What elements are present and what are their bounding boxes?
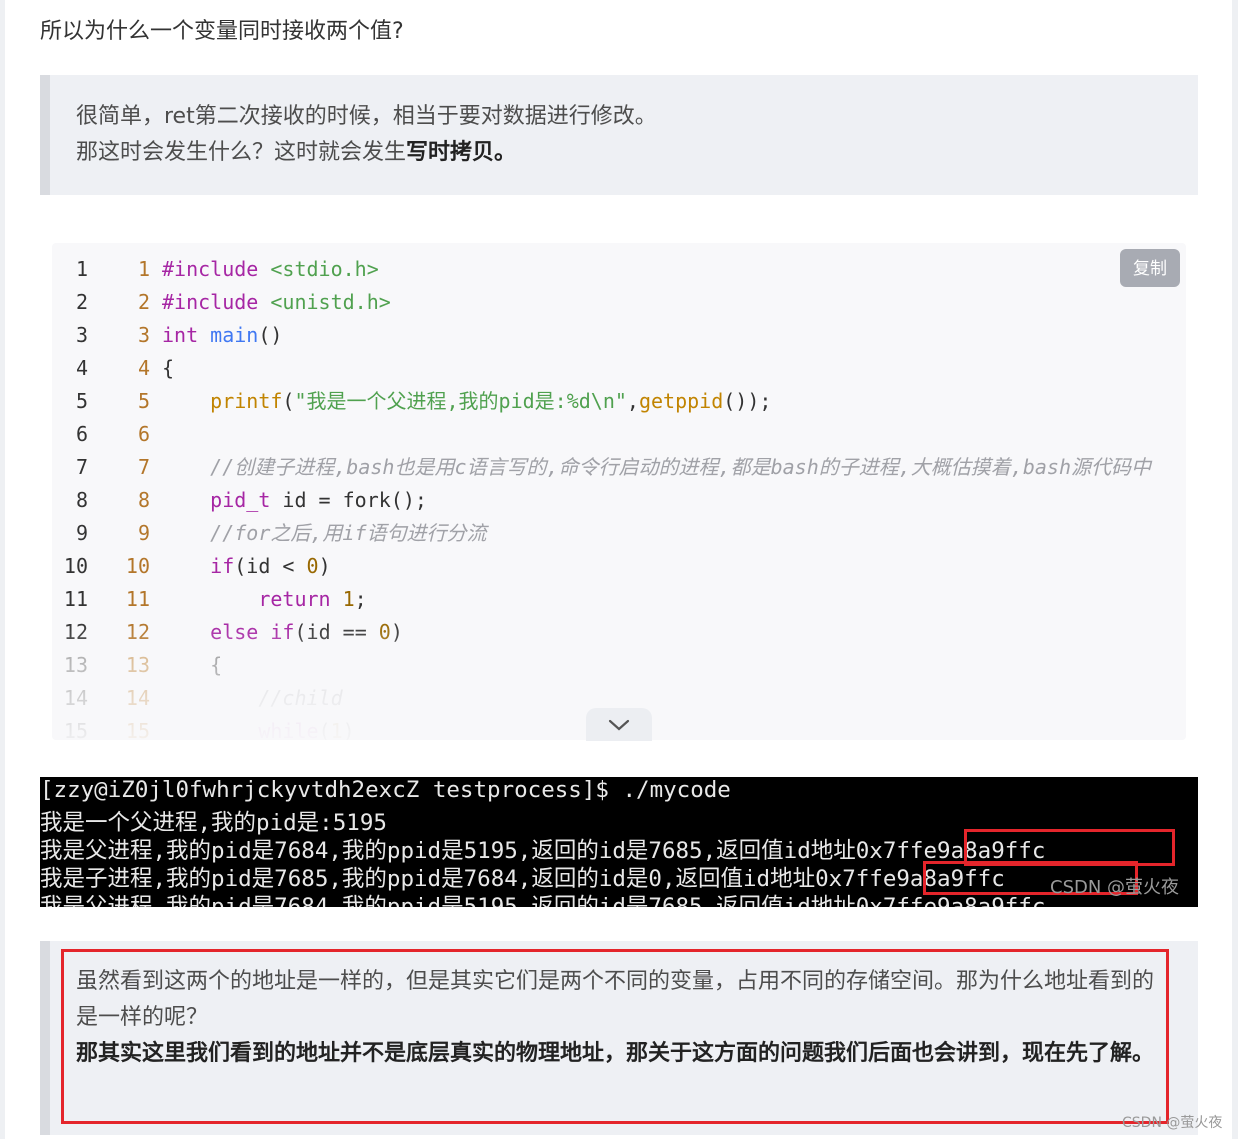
conclusion-bold: 那其实这里我们看到的地址并不是底层真实的物理地址，那关于这方面的问题我们后面也会…	[76, 1036, 1161, 1072]
quote-line-2: 那这时会发生什么？这时就会发生写时拷贝。	[76, 135, 1198, 171]
section-heading: 所以为什么一个变量同时接收两个值?	[40, 19, 404, 44]
terminal-line: [zzy@iZ0jl0fwhrjckyvtdh2excZ testprocess…	[40, 777, 731, 803]
terminal-output-screenshot: [zzy@iZ0jl0fwhrjckyvtdh2excZ testprocess…	[40, 777, 1198, 907]
blockquote-explanation: 很简单，ret第二次接收的时候，相当于要对数据进行修改。 那这时会发生什么？这时…	[40, 75, 1198, 195]
line-number: 10	[63, 554, 88, 578]
code-block[interactable]: 123456789101112131415 123456789101112131…	[52, 243, 1186, 740]
code-line: printf("我是一个父进程,我的pid是:%d\n",getppid());	[210, 389, 772, 413]
line-number: 8	[75, 488, 88, 512]
chevron-down-icon	[608, 719, 630, 730]
inner-line-number: 3	[137, 323, 150, 347]
terminal-watermark: CSDN @萤火夜	[1050, 877, 1180, 898]
inner-line-number: 6	[137, 422, 150, 446]
inner-line-number: 4	[137, 356, 150, 380]
line-number: 11	[63, 587, 88, 611]
line-number: 7	[75, 455, 88, 479]
code-line: #include <unistd.h>	[162, 290, 391, 314]
inner-line-number: 2	[137, 290, 150, 314]
code-line: #include <stdio.h>	[162, 257, 379, 281]
copy-button[interactable]: 复制	[1120, 249, 1180, 287]
page-edge-left	[0, 0, 5, 1139]
line-number: 5	[75, 389, 88, 413]
inner-line-number: 10	[125, 554, 150, 578]
quote-line-2-text: 那这时会发生什么？这时就会发生	[76, 140, 407, 165]
code-line: //创建子进程,bash也是用c语言写的,命令行启动的进程,都是bash的子进程…	[210, 455, 1151, 479]
conclusion-bold-text: 那其实这里我们看到的地址并不是底层真实的物理地址，那关于这方面的问题我们后面也会…	[76, 1041, 1155, 1066]
inner-line-number: 9	[137, 521, 150, 545]
code-line: //for之后,用if语句进行分流	[210, 521, 487, 545]
conclusion-text: 虽然看到这两个的地址是一样的，但是其实它们是两个不同的变量，占用不同的存储空间。…	[76, 964, 1161, 1072]
line-number: 9	[75, 521, 88, 545]
inner-line-number: 7	[137, 455, 150, 479]
quote-line-1: 很简单，ret第二次接收的时候，相当于要对数据进行修改。	[76, 104, 657, 129]
expand-code-button[interactable]	[586, 708, 652, 741]
inner-line-number: 8	[137, 488, 150, 512]
line-number: 4	[75, 356, 88, 380]
code-line: return 1;	[258, 587, 367, 611]
line-number: 3	[75, 323, 88, 347]
line-number: 6	[75, 422, 88, 446]
quote-line-2-bold: 写时拷贝。	[406, 140, 517, 165]
line-number: 1	[75, 257, 88, 281]
line-number: 2	[75, 290, 88, 314]
inner-line-number: 5	[137, 389, 150, 413]
code-line: pid_t id = fork();	[210, 488, 427, 512]
code-line: int main()	[162, 323, 283, 347]
page-edge-right	[1232, 0, 1238, 1139]
code-line: {	[162, 356, 175, 380]
conclusion-line: 虽然看到这两个的地址是一样的，但是其实它们是两个不同的变量，占用不同的存储空间。…	[76, 969, 1155, 1030]
footer-watermark: CSDN @萤火夜	[1122, 1115, 1223, 1131]
terminal-line: 我是父进程,我的pid是7684,我的ppid是5195,返回的id是7685,…	[40, 894, 1046, 907]
inner-line-number: 1	[137, 257, 150, 281]
inner-line-number: 11	[125, 587, 150, 611]
code-line: if(id < 0)	[210, 554, 331, 578]
